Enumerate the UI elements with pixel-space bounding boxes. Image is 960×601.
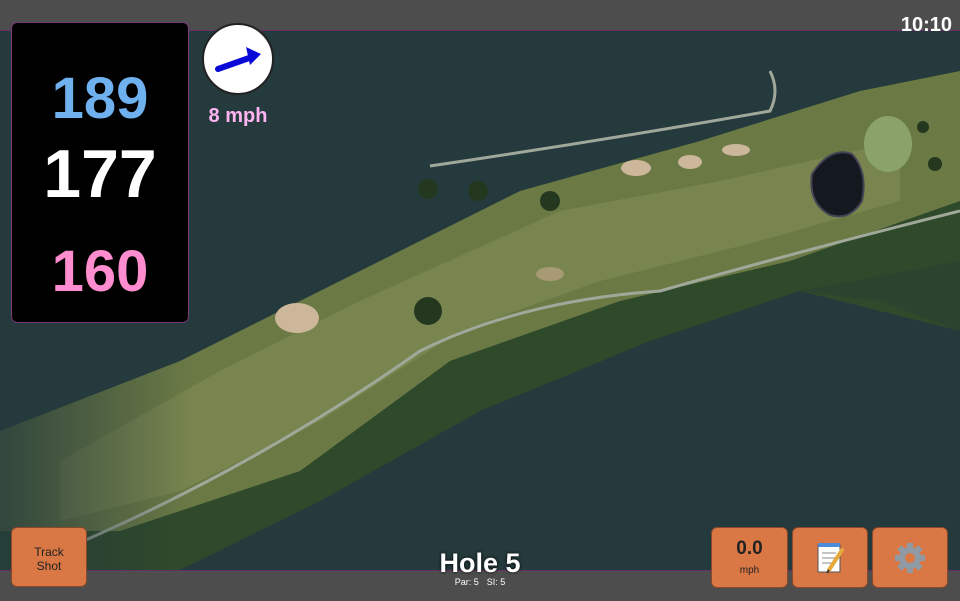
distance-front: 160 bbox=[51, 239, 149, 304]
speed-button[interactable]: 0.0 mph bbox=[711, 527, 788, 588]
hole-info: Par: 5 SI: 5 bbox=[380, 577, 580, 587]
hole-stroke-index: SI: 5 bbox=[486, 577, 506, 587]
clock: 10:10 bbox=[900, 14, 952, 36]
distance-back: 189 bbox=[51, 66, 149, 131]
track-shot-label-line1: Track bbox=[34, 545, 64, 559]
hole-title: Hole 5 bbox=[439, 548, 521, 578]
notes-button[interactable] bbox=[792, 527, 868, 588]
track-shot-label-line2: Shot bbox=[36, 559, 62, 573]
notepad-icon bbox=[817, 543, 844, 574]
speed-unit: mph bbox=[739, 565, 760, 576]
wind-direction-arrow-icon bbox=[215, 47, 261, 72]
speed-value: 0.0 bbox=[736, 538, 763, 559]
wind-direction-dial bbox=[202, 23, 274, 95]
wind-speed: 8 mph bbox=[208, 105, 268, 127]
track-shot-button[interactable]: Track Shot bbox=[11, 527, 87, 587]
distance-panel: 189 177 160 bbox=[11, 22, 189, 323]
hole-par: Par: 5 bbox=[454, 577, 479, 587]
gear-icon bbox=[895, 543, 925, 573]
distance-middle: 177 bbox=[43, 136, 157, 212]
settings-button[interactable] bbox=[872, 527, 948, 588]
